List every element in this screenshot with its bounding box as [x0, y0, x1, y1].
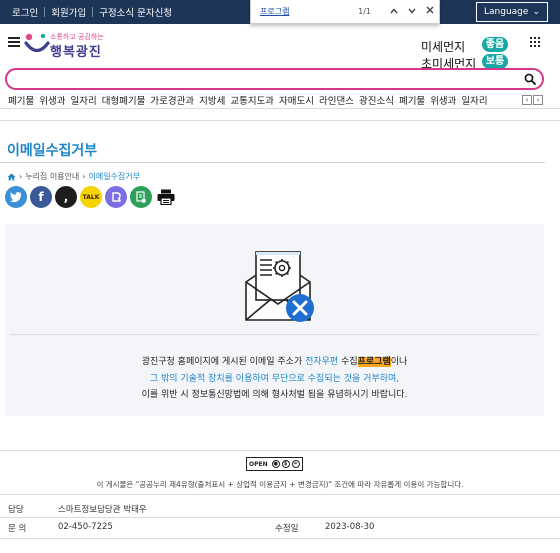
find-query-input[interactable]: 프로그램 — [260, 6, 358, 17]
popular-keywords: 폐기물 위생과 일자리 대형폐기물 가로경관과 지방세 교통지도과 자매도시 라인댄스 광진소식 폐… — [8, 93, 518, 105]
divider — [0, 538, 560, 539]
dept-value: 스마트정보담당관 박태우 — [58, 505, 147, 515]
kakaostory-icon[interactable]: , — [55, 186, 77, 208]
dept-label: 담당 — [8, 505, 24, 515]
modified-value: 2023-08-30 — [325, 522, 375, 532]
fine-dust-label: 미세먼지 — [421, 40, 466, 54]
menu-icon[interactable] — [8, 37, 20, 47]
site-logo[interactable]: 소통하고 공감하는 행복광진 — [24, 29, 114, 60]
notice-text: 광진구청 홈페이지에 게시된 이메일 주소가 — [141, 357, 306, 367]
print-icon[interactable] — [155, 186, 177, 208]
noncommercial-icon: $ — [281, 460, 290, 468]
notice-line-1: 광진구청 홈페이지에 게시된 이메일 주소가 전자우편 수집프로그램이나 — [5, 354, 544, 367]
keyword-link[interactable]: 지방세 — [199, 96, 225, 105]
chevron-up-icon — [390, 8, 398, 14]
find-match-count: 1/1 — [358, 7, 371, 16]
search-input[interactable] — [17, 72, 517, 86]
divider — [10, 334, 539, 335]
chevron-right-icon: › — [82, 172, 86, 181]
notice-text: 수집 — [338, 357, 358, 367]
divider — [0, 120, 560, 121]
license-open-label: OPEN — [249, 460, 268, 468]
modified-label: 수정일 — [275, 524, 299, 534]
site-search-box — [5, 68, 544, 90]
keyword-link[interactable]: 대형폐기물 — [102, 96, 146, 105]
keyword-link[interactable]: 위생과 — [39, 96, 65, 105]
divider — [0, 494, 560, 495]
keyword-link[interactable]: 광진소식 — [359, 96, 394, 105]
chevron-right-icon: › — [19, 172, 23, 181]
twitter-icon[interactable] — [5, 186, 27, 208]
sms-subscribe-link[interactable]: 구정소식 문자신청 — [93, 5, 178, 19]
keyword-link[interactable]: 교통지도과 — [230, 96, 274, 105]
keyword-link[interactable]: 가로경관과 — [150, 96, 194, 105]
keyword-link[interactable]: 라인댄스 — [319, 96, 354, 105]
keyword-prev-button[interactable]: ‹ — [522, 95, 532, 105]
close-icon — [426, 6, 434, 14]
notice-line-2: 그 밖의 기술적 장치를 이용하여 무단으로 수집되는 것을 거부하며, — [149, 374, 400, 384]
keyword-link[interactable]: 일자리 — [70, 96, 96, 105]
find-match-highlight: 프로그램 — [357, 357, 391, 367]
divider — [0, 162, 545, 163]
share-bar: f , TALK — [5, 186, 180, 208]
divider — [0, 517, 560, 518]
find-in-page-bar: 프로그램 1/1 — [250, 0, 440, 24]
logo-name: 행복광진 — [50, 45, 102, 60]
copy-url-icon[interactable] — [130, 186, 152, 208]
find-close-button[interactable] — [421, 6, 439, 17]
top-links: 로그인 회원가입 구정소식 문자신청 — [0, 5, 178, 19]
kakaotalk-icon[interactable]: TALK — [80, 186, 102, 208]
language-label: Language — [484, 7, 529, 17]
email-refusal-notice: 광진구청 홈페이지에 게시된 이메일 주소가 전자우편 수집프로그램이나 그 밖… — [5, 224, 544, 416]
login-link[interactable]: 로그인 — [6, 5, 44, 19]
attribution-icon: ● — [271, 460, 280, 468]
notice-emphasis: 전자우편 — [305, 357, 339, 367]
divider — [0, 450, 560, 451]
keyword-link[interactable]: 위생과 — [430, 96, 456, 105]
chevron-down-icon — [408, 8, 416, 14]
facebook-icon[interactable]: f — [30, 186, 52, 208]
language-select[interactable]: Language ⌄ — [476, 2, 548, 22]
contact-value: 02-450-7225 — [58, 522, 113, 532]
site-header: 소통하고 공감하는 행복광진 미세먼지 좋음 초미세먼지 보통 — [0, 24, 560, 71]
logo-mark-icon — [24, 33, 50, 53]
keyword-link[interactable]: 자매도시 — [279, 96, 314, 105]
noderivatives-icon: = — [291, 460, 300, 468]
all-menu-grid-icon[interactable] — [530, 37, 540, 47]
keyword-link[interactable]: 일자리 — [461, 96, 487, 105]
breadcrumb: › 누리집 이용안내 › 이메일수집거부 — [7, 171, 140, 182]
keyword-link[interactable]: 폐기물 — [399, 96, 425, 105]
band-icon[interactable] — [105, 186, 127, 208]
envelope-blocked-icon — [238, 248, 318, 326]
find-prev-button[interactable] — [385, 6, 403, 17]
contact-label: 문 의 — [8, 524, 27, 534]
page-title: 이메일수집거부 — [7, 143, 98, 159]
ultra-fine-dust-status-badge: 보통 — [482, 54, 508, 69]
divider — [0, 108, 560, 109]
home-icon[interactable] — [7, 173, 16, 181]
notice-line-3: 이를 위반 시 정보통신망법에 의해 형사처벌 됨을 유념하시기 바랍니다. — [141, 390, 408, 400]
fine-dust-status-badge: 좋음 — [482, 37, 508, 52]
notice-text: 이나 — [390, 357, 408, 367]
breadcrumb-current: 이메일수집거부 — [88, 172, 140, 181]
license-note: 이 게시물은 "공공누리 제4유형(출처표시 + 상업적 이용금지 + 변경금지… — [96, 480, 464, 489]
keyword-pager: ‹ › — [521, 95, 543, 105]
chevron-down-icon: ⌄ — [532, 7, 540, 17]
keyword-link[interactable]: 폐기물 — [8, 96, 34, 105]
search-icon[interactable] — [524, 73, 536, 85]
signup-link[interactable]: 회원가입 — [45, 5, 92, 19]
breadcrumb-item[interactable]: 누리집 이용안내 — [25, 171, 79, 182]
keyword-next-button[interactable]: › — [533, 95, 543, 105]
kogl-license-badge[interactable]: OPEN ● $ = — [246, 457, 303, 471]
find-next-button[interactable] — [403, 6, 421, 17]
